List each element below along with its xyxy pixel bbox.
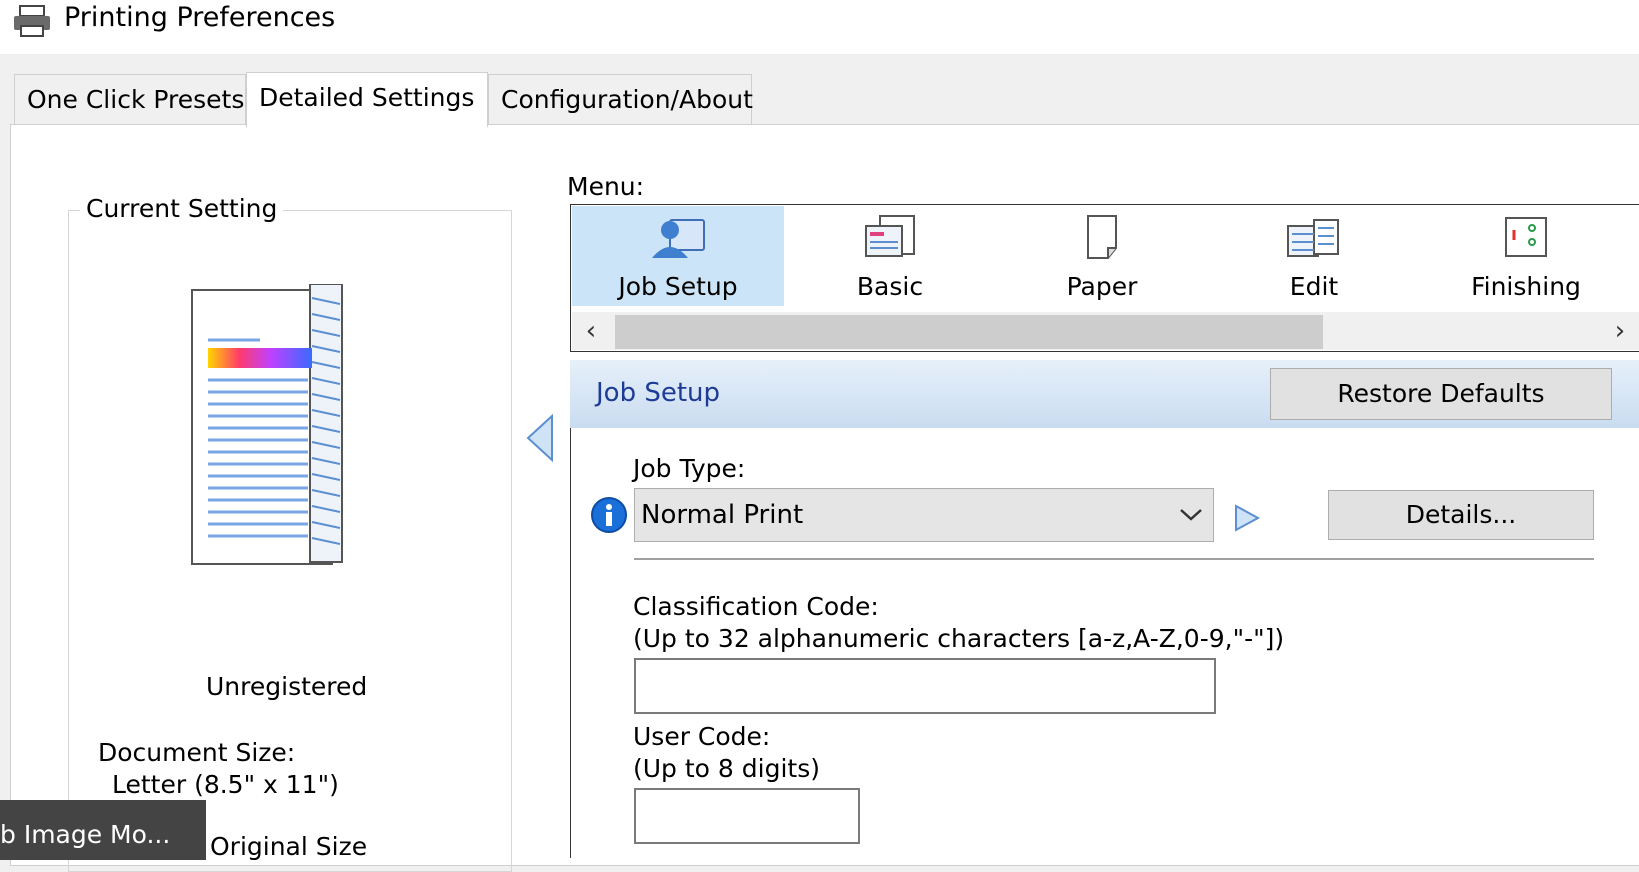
tab-configuration-about[interactable]: Configuration/About: [488, 74, 753, 124]
details-button[interactable]: Details...: [1328, 490, 1594, 540]
scroll-left-icon[interactable]: ‹: [576, 315, 606, 347]
chevron-down-icon[interactable]: [1178, 504, 1204, 524]
divider: [634, 558, 1594, 560]
tab-one-click-presets[interactable]: One Click Presets: [14, 74, 246, 124]
user-code-hint: (Up to 8 digits): [633, 754, 820, 783]
basic-icon: [865, 215, 915, 257]
menu-item-label: Paper: [1066, 272, 1138, 301]
document-size-label: Document Size:: [98, 738, 296, 767]
scrollbar-thumb[interactable]: [615, 315, 1323, 349]
job-setup-icon: [652, 219, 705, 258]
original-size-text: Original Size: [210, 832, 368, 861]
finishing-icon: [1505, 217, 1547, 257]
menu-item-finishing[interactable]: Finishing: [1420, 206, 1632, 306]
collapse-panel-arrow-icon[interactable]: [526, 414, 556, 462]
taskbar-tooltip[interactable]: b Image Mo...: [0, 800, 206, 860]
section-title: Job Setup: [596, 378, 721, 408]
user-code-label: User Code:: [633, 722, 771, 751]
current-setting-label: Current Setting: [80, 194, 284, 223]
menu-item-label: Basic: [856, 272, 924, 301]
menu-item-paper[interactable]: Paper: [996, 206, 1208, 306]
classification-code-label: Classification Code:: [633, 592, 879, 621]
info-icon[interactable]: [590, 496, 628, 534]
play-arrow-icon[interactable]: [1232, 504, 1262, 532]
tab-detailed-settings[interactable]: Detailed Settings: [246, 72, 488, 127]
menu-item-label: Edit: [1289, 272, 1339, 301]
menu-label: Menu:: [567, 172, 645, 201]
document-preview-icon: [191, 284, 343, 565]
job-type-value: Normal Print: [641, 500, 804, 530]
paper-icon: [1087, 215, 1117, 259]
user-code-input[interactable]: [634, 788, 860, 844]
window-title: Printing Preferences: [64, 2, 336, 33]
preset-status: Unregistered: [206, 672, 368, 701]
classification-code-input[interactable]: [634, 658, 1216, 714]
restore-defaults-button[interactable]: Restore Defaults: [1270, 368, 1612, 420]
job-type-label: Job Type:: [633, 454, 746, 483]
menu-item-edit[interactable]: Edit: [1208, 206, 1420, 306]
document-size-value: Letter (8.5" x 11"): [112, 770, 339, 799]
menu-item-basic[interactable]: Basic: [784, 206, 996, 306]
menu-item-job-setup[interactable]: Job Setup: [572, 206, 784, 306]
menu-item-label: Job Setup: [618, 272, 738, 301]
scroll-right-icon[interactable]: ›: [1605, 315, 1635, 347]
edit-icon: [1287, 219, 1339, 257]
classification-code-hint: (Up to 32 alphanumeric characters [a-z,A…: [633, 624, 1285, 653]
menu-item-label: Finishing: [1471, 272, 1581, 301]
printer-icon: [14, 5, 50, 37]
